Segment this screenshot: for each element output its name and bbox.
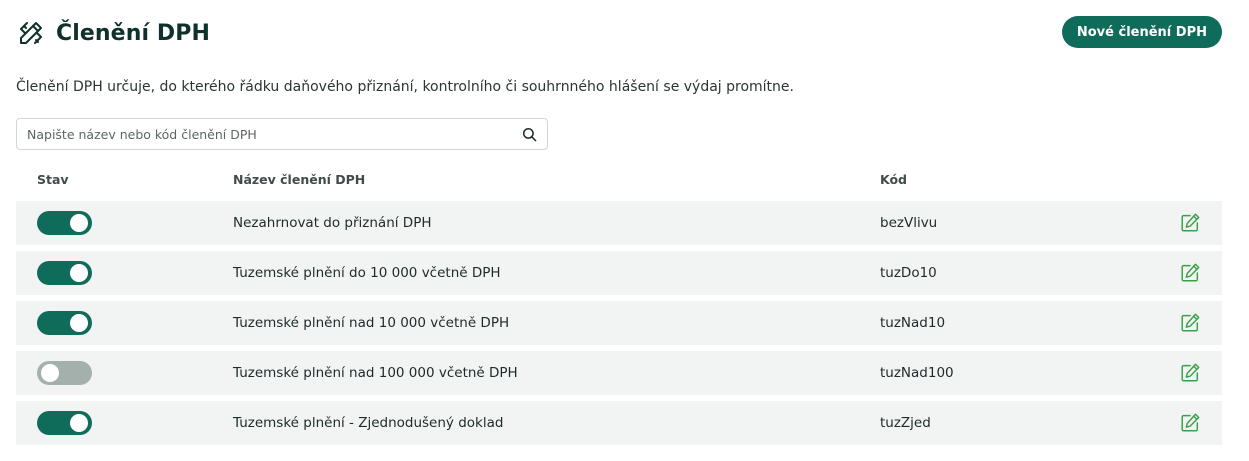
edit-icon[interactable]: [1178, 261, 1202, 285]
table-row: Tuzemské plnění nad 100 000 včetně DPH t…: [16, 351, 1222, 395]
row-name: Tuzemské plnění nad 100 000 včetně DPH: [233, 365, 518, 381]
column-header-status: Stav: [37, 172, 69, 187]
search-icon[interactable]: [521, 126, 537, 142]
pencil-ruler-icon: [16, 18, 46, 48]
status-toggle[interactable]: [37, 211, 92, 235]
toggle-knob: [70, 314, 88, 332]
toggle-knob: [70, 214, 88, 232]
toggle-knob: [41, 364, 59, 382]
column-header-code: Kód: [880, 172, 908, 187]
row-name: Tuzemské plnění - Zjednodušený doklad: [233, 415, 504, 431]
edit-icon[interactable]: [1178, 311, 1202, 335]
status-toggle[interactable]: [37, 261, 92, 285]
page-title: Členění DPH: [56, 20, 210, 46]
page-description: Členění DPH určuje, do kterého řádku daň…: [16, 79, 794, 95]
status-toggle[interactable]: [37, 411, 92, 435]
search-input[interactable]: [27, 126, 521, 142]
row-code: tuzNad100: [880, 365, 954, 381]
row-code: tuzNad10: [880, 315, 946, 331]
page-header: Členění DPH: [16, 15, 210, 51]
table-row: Tuzemské plnění do 10 000 včetně DPH tuz…: [16, 251, 1222, 295]
status-toggle[interactable]: [37, 311, 92, 335]
table-row: Tuzemské plnění - Zjednodušený doklad tu…: [16, 401, 1222, 445]
toggle-knob: [70, 264, 88, 282]
edit-icon[interactable]: [1178, 411, 1202, 435]
new-vat-classification-button[interactable]: Nové členění DPH: [1061, 16, 1222, 48]
table-row: Tuzemské plnění nad 10 000 včetně DPH tu…: [16, 301, 1222, 345]
table-row: Nezahrnovat do přiznání DPH bezVlivu: [16, 201, 1222, 245]
row-name: Tuzemské plnění nad 10 000 včetně DPH: [233, 315, 510, 331]
row-code: bezVlivu: [880, 215, 938, 231]
row-code: tuzDo10: [880, 265, 937, 281]
toggle-knob: [70, 414, 88, 432]
edit-icon[interactable]: [1178, 361, 1202, 385]
edit-icon[interactable]: [1178, 211, 1202, 235]
column-header-name: Název členění DPH: [233, 172, 366, 187]
vat-classification-table: Nezahrnovat do přiznání DPH bezVlivu Tuz…: [16, 201, 1222, 451]
row-code: tuzZjed: [880, 415, 931, 431]
row-name: Tuzemské plnění do 10 000 včetně DPH: [233, 265, 501, 281]
status-toggle[interactable]: [37, 361, 92, 385]
row-name: Nezahrnovat do přiznání DPH: [233, 215, 432, 231]
search-box: [16, 118, 548, 150]
